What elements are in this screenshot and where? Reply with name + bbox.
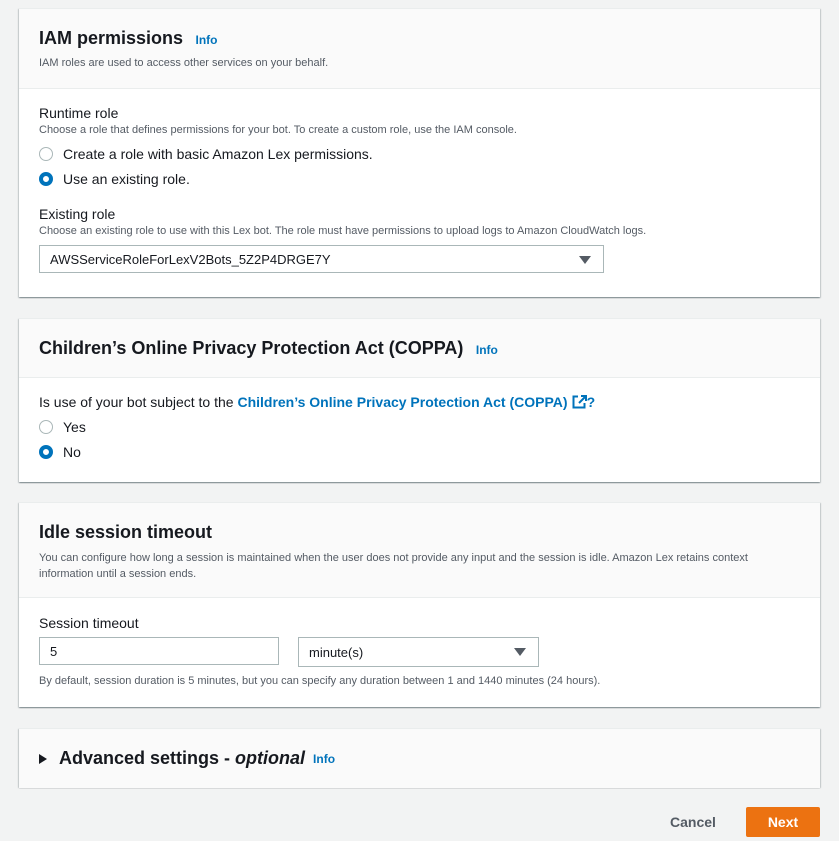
idle-session-header: Idle session timeout You can configure h… — [19, 503, 820, 598]
expand-caret-right-icon[interactable] — [39, 753, 47, 764]
coppa-title: Children’s Online Privacy Protection Act… — [39, 338, 464, 358]
radio-button-checked[interactable] — [39, 171, 53, 186]
next-button[interactable]: Next — [746, 807, 820, 837]
advanced-settings-optional: optional — [235, 748, 306, 768]
existing-role-select[interactable]: AWSServiceRoleForLexV2Bots_5Z2P4DRGE7Y — [39, 245, 604, 273]
idle-session-description: You can configure how long a session is … — [39, 552, 748, 580]
existing-role-description: Choose an existing role to use with this… — [39, 225, 647, 237]
caret-down-icon — [579, 256, 591, 264]
iam-permissions-title: IAM permissions — [39, 28, 184, 48]
session-timeout-value: 5 — [50, 643, 58, 659]
coppa-link[interactable]: Children’s Online Privacy Protection Act… — [237, 394, 587, 410]
radio-existing-role[interactable]: Use an existing role. — [39, 166, 800, 191]
existing-role-label: Existing role — [39, 206, 116, 222]
radio-existing-role-label: Use an existing role. — [63, 170, 190, 187]
runtime-role-label: Runtime role — [39, 105, 119, 121]
coppa-question-text: Is use of your bot subject to the — [39, 394, 238, 410]
coppa-info-link[interactable]: Info — [476, 343, 498, 357]
iam-permissions-panel: IAM permissions Info IAM roles are used … — [19, 8, 820, 297]
advanced-info-link[interactable]: Info — [313, 752, 335, 766]
advanced-settings-title-text: Advanced settings — [59, 748, 220, 768]
radio-coppa-yes[interactable]: Yes — [39, 414, 800, 439]
radio-coppa-no[interactable]: No — [39, 439, 800, 464]
idle-session-panel: Idle session timeout You can configure h… — [19, 502, 820, 707]
radio-create-role[interactable]: Create a role with basic Amazon Lex perm… — [39, 141, 800, 166]
iam-permissions-body: Runtime role Choose a role that defines … — [19, 89, 820, 273]
session-timeout-unit-value: minute(s) — [309, 644, 364, 660]
coppa-header: Children’s Online Privacy Protection Act… — [19, 319, 820, 378]
coppa-question: Is use of your bot subject to the Childr… — [39, 394, 800, 410]
iam-permissions-description: IAM roles are used to access other servi… — [39, 57, 329, 69]
advanced-settings-separator: - — [219, 748, 236, 768]
external-link-icon — [572, 395, 587, 409]
idle-session-title: Idle session timeout — [39, 522, 213, 542]
coppa-link-text: Children’s Online Privacy Protection Act… — [237, 394, 568, 410]
radio-create-role-label: Create a role with basic Amazon Lex perm… — [63, 145, 373, 162]
caret-down-icon — [514, 648, 526, 656]
cancel-button[interactable]: Cancel — [660, 807, 726, 837]
radio-button-checked[interactable] — [39, 444, 53, 459]
advanced-settings-header[interactable]: Advanced settings - optional Info — [19, 729, 820, 788]
existing-role-select-value: AWSServiceRoleForLexV2Bots_5Z2P4DRGE7Y — [50, 251, 331, 267]
iam-info-link[interactable]: Info — [196, 33, 218, 47]
radio-coppa-no-label: No — [63, 443, 81, 460]
coppa-question-mark: ? — [586, 394, 596, 410]
radio-coppa-yes-label: Yes — [63, 418, 86, 435]
radio-button-unchecked[interactable] — [39, 146, 53, 161]
session-timeout-input[interactable]: 5 — [39, 637, 279, 665]
session-timeout-label: Session timeout — [39, 615, 139, 631]
radio-button-unchecked[interactable] — [39, 419, 53, 434]
coppa-panel: Children’s Online Privacy Protection Act… — [19, 318, 820, 482]
idle-session-body: Session timeout 5 minute(s) By default, … — [19, 598, 820, 689]
coppa-body: Is use of your bot subject to the Childr… — [19, 378, 820, 464]
advanced-settings-panel[interactable]: Advanced settings - optional Info — [19, 728, 820, 788]
iam-permissions-header: IAM permissions Info IAM roles are used … — [19, 9, 820, 89]
runtime-role-description: Choose a role that defines permissions f… — [39, 124, 517, 136]
advanced-settings-title: Advanced settings - optional — [59, 748, 305, 769]
session-timeout-hint: By default, session duration is 5 minute… — [39, 675, 601, 687]
session-timeout-unit-select[interactable]: minute(s) — [298, 637, 539, 667]
